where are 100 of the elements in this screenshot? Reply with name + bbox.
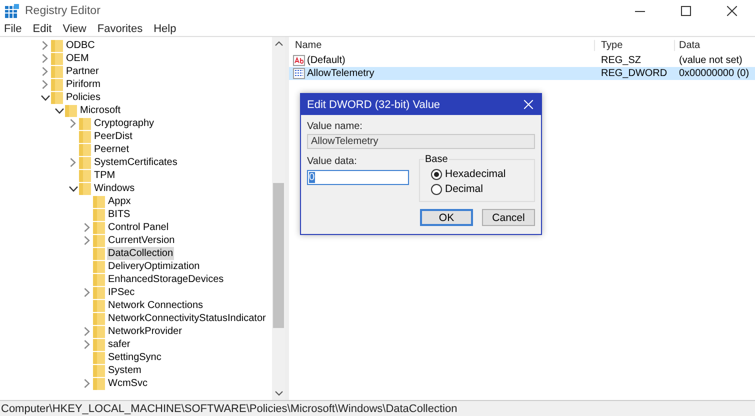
folder-icon xyxy=(65,104,77,116)
chevron-right-icon[interactable] xyxy=(70,119,76,128)
folder-icon xyxy=(93,378,105,390)
menu-item[interactable]: File xyxy=(4,23,22,35)
folder-icon xyxy=(79,130,91,142)
tree-item[interactable]: DataCollection xyxy=(107,247,174,260)
value-name: AllowTelemetry xyxy=(307,68,374,79)
tree-item[interactable]: SystemCertificates xyxy=(93,156,178,169)
folder-icon xyxy=(93,208,105,220)
column-header[interactable]: Data xyxy=(674,40,755,51)
tree-item[interactable]: Windows xyxy=(93,182,136,195)
chevron-right-icon[interactable] xyxy=(84,223,90,232)
chevron-right-icon[interactable] xyxy=(42,67,48,76)
chevron-down-icon[interactable] xyxy=(54,108,64,114)
chevron-right-icon[interactable] xyxy=(84,236,90,245)
tree-item[interactable]: Network Connections xyxy=(107,299,204,312)
window-title: Registry Editor xyxy=(25,5,100,17)
folder-icon xyxy=(79,170,91,182)
radio-label[interactable]: Hexadecimal xyxy=(445,168,506,180)
folder-icon xyxy=(93,222,105,234)
scrollbar-thumb[interactable] xyxy=(273,183,284,328)
tree-item[interactable]: EnhancedStorageDevices xyxy=(107,273,225,286)
value-name-field[interactable]: AllowTelemetry xyxy=(307,134,535,149)
field-label: Value name: xyxy=(307,121,364,132)
folder-icon xyxy=(93,338,105,350)
field-label: Value data: xyxy=(307,156,358,167)
tree-item[interactable]: OEM xyxy=(65,52,90,65)
folder-icon xyxy=(93,260,105,272)
tree-item[interactable]: Microsoft xyxy=(79,104,122,117)
value-row[interactable]: (Default) REG_SZ (value not set) xyxy=(289,54,755,67)
chevron-right-icon[interactable] xyxy=(42,41,48,50)
folder-icon xyxy=(79,156,91,168)
tree-item[interactable]: safer xyxy=(107,338,132,351)
chevron-right-icon[interactable] xyxy=(70,158,76,167)
folder-icon xyxy=(51,40,63,52)
menu-item[interactable]: View xyxy=(62,23,86,35)
chevron-down-icon[interactable] xyxy=(68,186,78,192)
folder-icon xyxy=(93,286,105,298)
chevron-right-icon[interactable] xyxy=(42,80,48,89)
tree-item[interactable]: NetworkConnectivityStatusIndicator xyxy=(107,312,267,325)
binary-value-icon xyxy=(293,68,305,79)
tree-item[interactable]: Cryptography xyxy=(93,117,156,130)
tree-item[interactable]: Piriform xyxy=(65,78,102,91)
chevron-right-icon[interactable] xyxy=(42,54,48,63)
folder-icon xyxy=(93,352,105,364)
scroll-down-icon[interactable] xyxy=(274,391,282,396)
radio-button[interactable] xyxy=(431,168,442,180)
tree-item[interactable]: TPM xyxy=(93,169,116,182)
status-bar: Computer\HKEY_LOCAL_MACHINE\SOFTWARE\Policies\Microsoft\Windows\DataCollection xyxy=(0,400,755,416)
close-icon[interactable] xyxy=(727,6,737,16)
folder-icon xyxy=(51,66,63,78)
dialog-title: Edit DWORD (32-bit) Value xyxy=(307,98,440,110)
tree-item[interactable]: Peernet xyxy=(93,143,130,156)
radio-button[interactable] xyxy=(431,184,442,194)
value-type: REG_DWORD xyxy=(600,68,668,79)
menu-item[interactable]: Edit xyxy=(32,23,52,35)
folder-icon xyxy=(51,52,63,64)
chevron-right-icon[interactable] xyxy=(84,340,90,349)
chevron-right-icon[interactable] xyxy=(84,327,90,336)
tree-item[interactable]: Control Panel xyxy=(107,221,170,234)
tree-item[interactable]: Appx xyxy=(107,195,132,208)
scroll-up-icon[interactable] xyxy=(274,41,282,46)
registry-editor-icon xyxy=(5,4,19,18)
tree-item[interactable]: NetworkProvider xyxy=(107,325,183,338)
folder-icon xyxy=(93,364,105,376)
folder-icon xyxy=(79,118,91,130)
menu-item[interactable]: Favorites xyxy=(97,23,143,35)
tree-item[interactable]: DeliveryOptimization xyxy=(107,260,201,273)
column-header[interactable]: Type xyxy=(594,40,674,51)
tree-item[interactable]: Partner xyxy=(65,65,100,78)
menu-item[interactable]: Help xyxy=(154,23,176,35)
radio-label[interactable]: Decimal xyxy=(445,183,483,195)
folder-icon xyxy=(79,144,91,156)
maximize-icon[interactable] xyxy=(681,6,691,16)
column-header[interactable]: Name xyxy=(289,40,594,51)
dialog-button[interactable]: Cancel xyxy=(482,209,535,226)
chevron-down-icon[interactable] xyxy=(40,94,50,100)
string-value-icon xyxy=(293,55,305,66)
tree-item[interactable]: ODBC xyxy=(65,39,96,52)
tree-item[interactable]: PeerDist xyxy=(93,130,134,143)
folder-icon xyxy=(93,274,105,286)
tree-item[interactable]: CurrentVersion xyxy=(107,234,176,247)
tree-item[interactable]: IPSec xyxy=(107,286,136,299)
tree-item[interactable]: System xyxy=(107,364,142,377)
tree-item[interactable]: BITS xyxy=(107,208,132,221)
dialog-button[interactable]: OK xyxy=(420,209,473,226)
value-data: 0x00000000 (0) xyxy=(678,68,750,79)
value-data: (value not set) xyxy=(678,55,744,66)
value-row[interactable]: AllowTelemetry REG_DWORD 0x00000000 (0) xyxy=(289,67,755,80)
chevron-right-icon[interactable] xyxy=(84,288,90,297)
value-name: (Default) xyxy=(307,55,346,66)
chevron-right-icon[interactable] xyxy=(84,379,90,388)
folder-icon xyxy=(93,248,105,260)
tree-item[interactable]: SettingSync xyxy=(107,351,162,364)
folder-icon xyxy=(93,300,105,312)
folder-icon xyxy=(93,196,105,208)
folder-icon xyxy=(93,312,105,324)
tree-item[interactable]: Policies xyxy=(65,91,102,104)
value-data-field[interactable]: 0 xyxy=(307,170,409,185)
tree-item[interactable]: WcmSvc xyxy=(107,377,148,390)
